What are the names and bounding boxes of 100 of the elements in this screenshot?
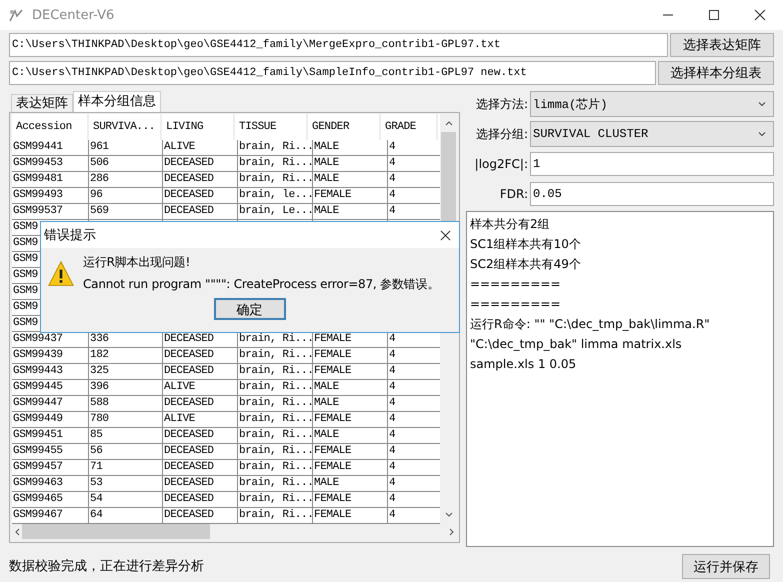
table-cell: DECEASED — [164, 205, 214, 217]
table-cell: FEMALE — [314, 349, 352, 361]
table-cell: FEMALE — [314, 189, 352, 201]
table-cell: DECEASED — [164, 365, 214, 377]
table-cell: 4 — [389, 509, 396, 521]
table-cell: brain, Ri... — [239, 493, 312, 505]
log-line: ========= — [470, 297, 560, 311]
table-cell: DECEASED — [164, 157, 214, 169]
table-cell: 4 — [389, 445, 396, 457]
table-cell: brain, Ri... — [239, 157, 312, 169]
table-cell: FEMALE — [314, 333, 352, 345]
close-icon[interactable] — [440, 230, 451, 240]
table-cell: 182 — [90, 349, 109, 361]
ok-button[interactable]: 确定 — [214, 298, 286, 320]
table-cell: DECEASED — [164, 189, 214, 201]
choose-file-button[interactable]: 选择样本分组表 — [658, 61, 774, 85]
table-cell: FEMALE — [314, 413, 352, 425]
table-cell: brain, Ri... — [239, 445, 312, 457]
table-cell: GSM99437 — [13, 333, 63, 345]
input-field[interactable]: 1 — [530, 152, 774, 176]
column-header[interactable]: GENDER — [308, 114, 381, 140]
table-cell: 569 — [90, 205, 109, 217]
table-cell: GSM99467 — [13, 509, 63, 521]
table-cell: GSM99443 — [13, 365, 63, 377]
dialog-title: 错误提示 — [44, 227, 96, 244]
path-field[interactable]: C:\Users\THINKPAD\Desktop\geo\GSE4412_family\SampleInfo_contrib1-GPL97 new.txt — [9, 61, 656, 85]
table-cell: 4 — [389, 477, 396, 489]
setting-label: |log2FC|: — [474, 157, 529, 171]
tab[interactable]: 样本分组信息 — [73, 91, 161, 112]
dialog-heading: 运行R脚本出现问题! — [83, 254, 192, 271]
table-cell: MALE — [314, 381, 339, 393]
chevron-down-icon[interactable] — [757, 99, 767, 109]
table-cell: 4 — [389, 413, 396, 425]
log-line: 样本共分有2组 — [470, 217, 550, 231]
table-cell: GSM9 — [13, 317, 38, 329]
table-cell: 780 — [90, 413, 109, 425]
input-field[interactable]: 0.05 — [530, 182, 774, 206]
table-cell: GSM9 — [13, 253, 38, 265]
window-title: DECenter-V6 — [32, 8, 114, 22]
table-cell: 54 — [90, 493, 102, 505]
table-cell: GSM99493 — [13, 189, 63, 201]
table-cell: 325 — [90, 365, 109, 377]
table-cell: DECEASED — [164, 333, 214, 345]
table-cell: 4 — [389, 461, 396, 473]
horizontal-scrollbar[interactable] — [12, 524, 457, 540]
table-cell: 85 — [90, 429, 102, 441]
table-cell: brain, Ri... — [239, 461, 312, 473]
log-line: SC2组样本共有49个 — [470, 257, 581, 271]
table-cell: FEMALE — [314, 445, 352, 457]
table-cell: GSM99457 — [13, 461, 63, 473]
table-cell: brain, Ri... — [239, 333, 312, 345]
table-cell: DECEASED — [164, 509, 214, 521]
dropdown[interactable]: SURVIVAL CLUSTER — [530, 121, 774, 147]
table-cell: 4 — [389, 381, 396, 393]
table-cell: 336 — [90, 333, 109, 345]
table-cell: 4 — [389, 429, 396, 441]
scrollbar-thumb[interactable] — [22, 524, 210, 539]
column-header[interactable]: TISSUE — [235, 114, 308, 140]
table-cell: DECEASED — [164, 429, 214, 441]
table-cell: GSM99451 — [13, 429, 63, 441]
table-cell: brain, le... — [239, 189, 312, 201]
table-cell: GSM99449 — [13, 413, 63, 425]
table-cell: brain, Ri... — [239, 173, 312, 185]
close-icon[interactable] — [754, 9, 766, 21]
table-cell: 4 — [389, 189, 396, 201]
column-header[interactable]: GRADE — [381, 114, 438, 140]
table-cell: 64 — [90, 509, 102, 521]
table-cell: MALE — [314, 477, 339, 489]
table-cell: 4 — [389, 365, 396, 377]
log-line: ========= — [470, 277, 560, 291]
table-cell: 396 — [90, 381, 109, 393]
table-cell: MALE — [314, 205, 339, 217]
table-cell: GSM9 — [13, 221, 38, 233]
table-cell: DECEASED — [164, 173, 214, 185]
column-header[interactable]: Accession — [12, 114, 89, 140]
table-cell: 961 — [90, 141, 109, 153]
log-area[interactable]: 样本共分有2组 SC1组样本共有10个 SC2组样本共有49个 ========= ========= 运行R命令: "" "C:\dec_tmp_bak\limma.R" "C:\dec_tmp_bak" limma matrix.xls sample.xls 1 0.05 — [466, 211, 774, 547]
choose-file-button[interactable]: 选择表达矩阵 — [670, 33, 774, 57]
table-cell: MALE — [314, 173, 339, 185]
run-save-button[interactable]: 运行并保存 — [682, 554, 770, 579]
table-cell: GSM99445 — [13, 381, 63, 393]
table-cell: GSM9 — [13, 285, 38, 297]
table-cell: DECEASED — [164, 397, 214, 409]
table-cell: GSM99453 — [13, 157, 63, 169]
setting-label: FDR: — [498, 187, 529, 201]
path-field[interactable]: C:\Users\THINKPAD\Desktop\geo\GSE4412_family\MergeExpro_contrib1-GPL97.txt — [9, 33, 668, 57]
dropdown[interactable]: limma(芯片) — [530, 91, 774, 117]
dialog-message: Cannot run program """": CreateProcess error=87, 参数错误。 — [83, 276, 440, 293]
maximize-icon[interactable] — [708, 9, 720, 21]
column-header[interactable]: LIVING — [162, 114, 235, 140]
column-header[interactable]: SURVIVA... — [89, 114, 162, 140]
table-cell: 506 — [90, 157, 109, 169]
table-cell: DECEASED — [164, 445, 214, 457]
table-cell: brain, Ri... — [239, 365, 312, 377]
log-line: SC1组样本共有10个 — [470, 237, 581, 251]
table-cell: brain, Ri... — [239, 429, 312, 441]
table-cell: FEMALE — [314, 365, 352, 377]
table-cell: GSM99463 — [13, 477, 63, 489]
chevron-down-icon[interactable] — [757, 129, 767, 139]
table-cell: brain, Le... — [239, 205, 312, 217]
